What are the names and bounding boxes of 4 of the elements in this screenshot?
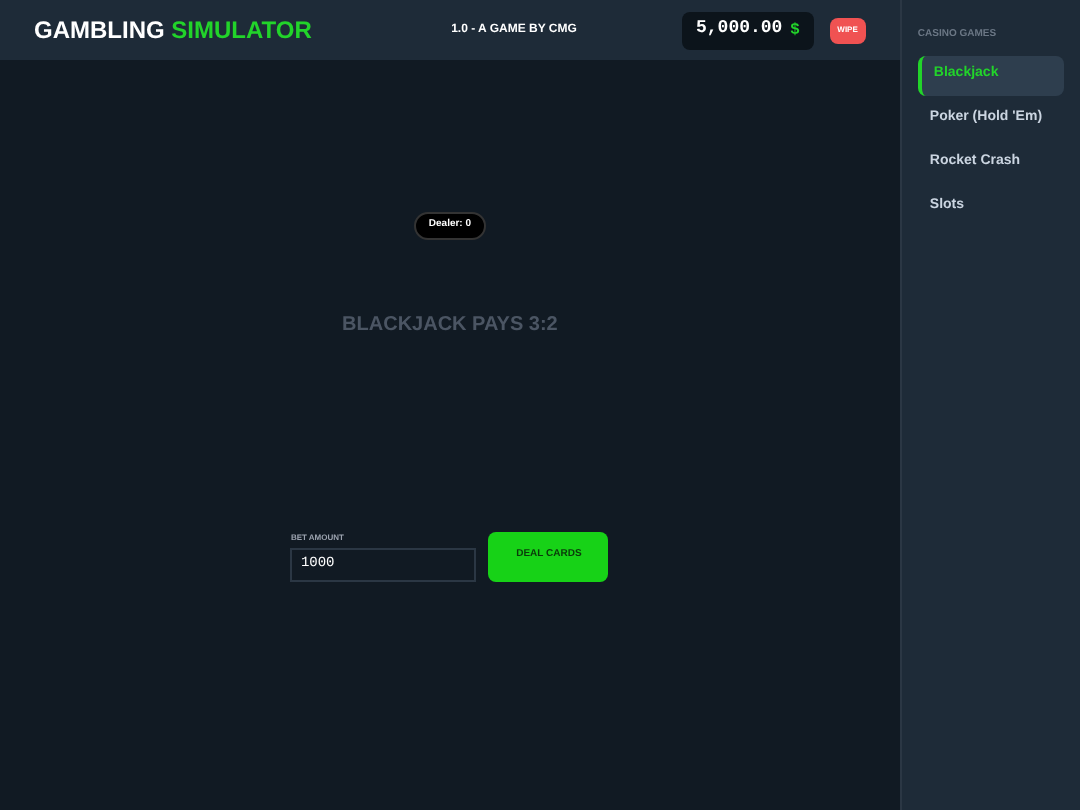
payout-text: BLACKJACK PAYS 3:2 bbox=[342, 311, 558, 339]
currency-sign: $ bbox=[790, 18, 800, 42]
balance-amount: 5,000.00 bbox=[696, 16, 783, 43]
app-title: GAMBLING SIMULATOR bbox=[34, 16, 312, 44]
